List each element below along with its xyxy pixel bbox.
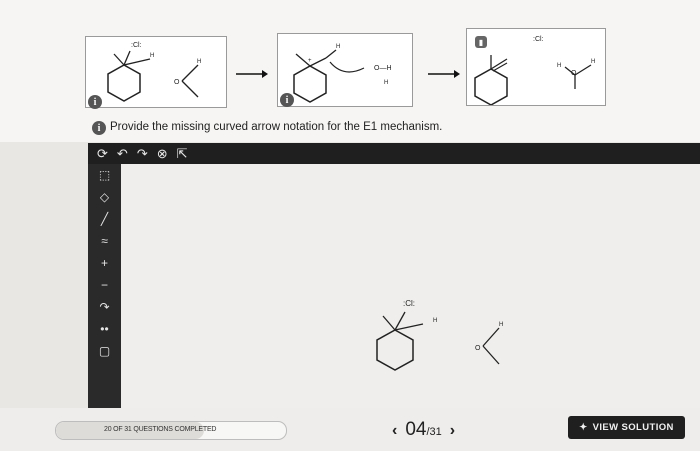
zoom-button[interactable]: ⇱	[177, 146, 188, 162]
next-question-button[interactable]: ›	[450, 422, 455, 440]
water-oxygen-label: O	[174, 79, 180, 86]
total-questions: /31	[426, 426, 442, 438]
bond-tool[interactable]: ╱	[101, 208, 108, 230]
lock-icon: ▮	[475, 36, 487, 48]
water-oxygen-label: O	[571, 70, 577, 77]
redo-button[interactable]: ↷	[137, 146, 148, 162]
drawing-toolbar: ⟳ ↶ ↷ ⊗ ⇱	[88, 143, 700, 164]
info-icon[interactable]: i	[92, 121, 106, 135]
carbocation-charge: +	[308, 58, 312, 64]
curved-arrow-tool[interactable]: ↷	[99, 296, 109, 318]
hydronium-hydrogen-label: H	[384, 80, 388, 86]
hydrogen-label: H	[433, 318, 437, 324]
progress-text: 20 OF 31 QUESTIONS COMPLETED	[104, 426, 217, 433]
positive-charge-tool[interactable]: +	[101, 252, 108, 274]
hydrogen-label: H	[150, 53, 154, 59]
sparkle-icon: ✦	[579, 422, 588, 433]
view-solution-label: VIEW SOLUTION	[592, 422, 674, 433]
mechanism-step-1: :Cl: H O H	[85, 36, 227, 108]
reset-button[interactable]: ⟳	[97, 146, 108, 162]
lone-pair-tool[interactable]: ••	[100, 318, 108, 340]
hydrogen-label: H	[557, 63, 561, 69]
hydrogen-label: H	[591, 59, 595, 65]
select-tool[interactable]: ⬚	[99, 164, 110, 186]
progress-indicator: 20 OF 31 QUESTIONS COMPLETED	[55, 421, 287, 440]
info-icon[interactable]: i	[280, 93, 294, 107]
undo-button[interactable]: ↶	[117, 146, 128, 162]
current-question-number: 04	[405, 419, 427, 440]
hydronium-label: O—H	[374, 65, 392, 72]
canvas-structure: :Cl: H O H	[376, 299, 503, 371]
mechanism-step-3: :Cl: H O H	[466, 28, 606, 106]
step-1-structure: :Cl: H O H	[107, 42, 201, 102]
step-2-structure: + H O—H H	[293, 44, 392, 103]
hydrogen-label: H	[336, 44, 340, 50]
chloride-label: :Cl:	[131, 42, 142, 49]
eraser-tool[interactable]: ◇	[100, 186, 109, 208]
question-prompt: Provide the missing curved arrow notatio…	[110, 121, 443, 133]
chloride-label: :Cl:	[403, 299, 415, 308]
tool-sidebar: ⬚ ◇ ╱ ≈ + − ↷ •• ▢	[88, 164, 121, 408]
question-pager: ‹ 04 /31 ›	[392, 419, 455, 441]
info-icon[interactable]: i	[88, 95, 102, 109]
water-hydrogen-label: H	[499, 322, 503, 328]
chain-tool[interactable]: ≈	[101, 230, 108, 252]
water-oxygen-label: O	[475, 345, 481, 352]
negative-charge-tool[interactable]: −	[101, 274, 108, 296]
step-3-structure: :Cl: H O H	[474, 36, 595, 106]
chloride-label: :Cl:	[533, 36, 544, 43]
drawing-canvas[interactable]: :Cl: H O H	[121, 164, 700, 408]
box-tool[interactable]: ▢	[99, 340, 110, 362]
delete-button[interactable]: ⊗	[157, 146, 168, 162]
view-solution-button[interactable]: ✦ VIEW SOLUTION	[568, 416, 685, 439]
right-arrow-icon	[428, 70, 460, 78]
mechanism-step-2: + H O—H H	[277, 33, 413, 107]
right-arrow-icon	[236, 70, 268, 78]
prev-question-button[interactable]: ‹	[392, 422, 397, 440]
water-hydrogen-label: H	[197, 59, 201, 65]
